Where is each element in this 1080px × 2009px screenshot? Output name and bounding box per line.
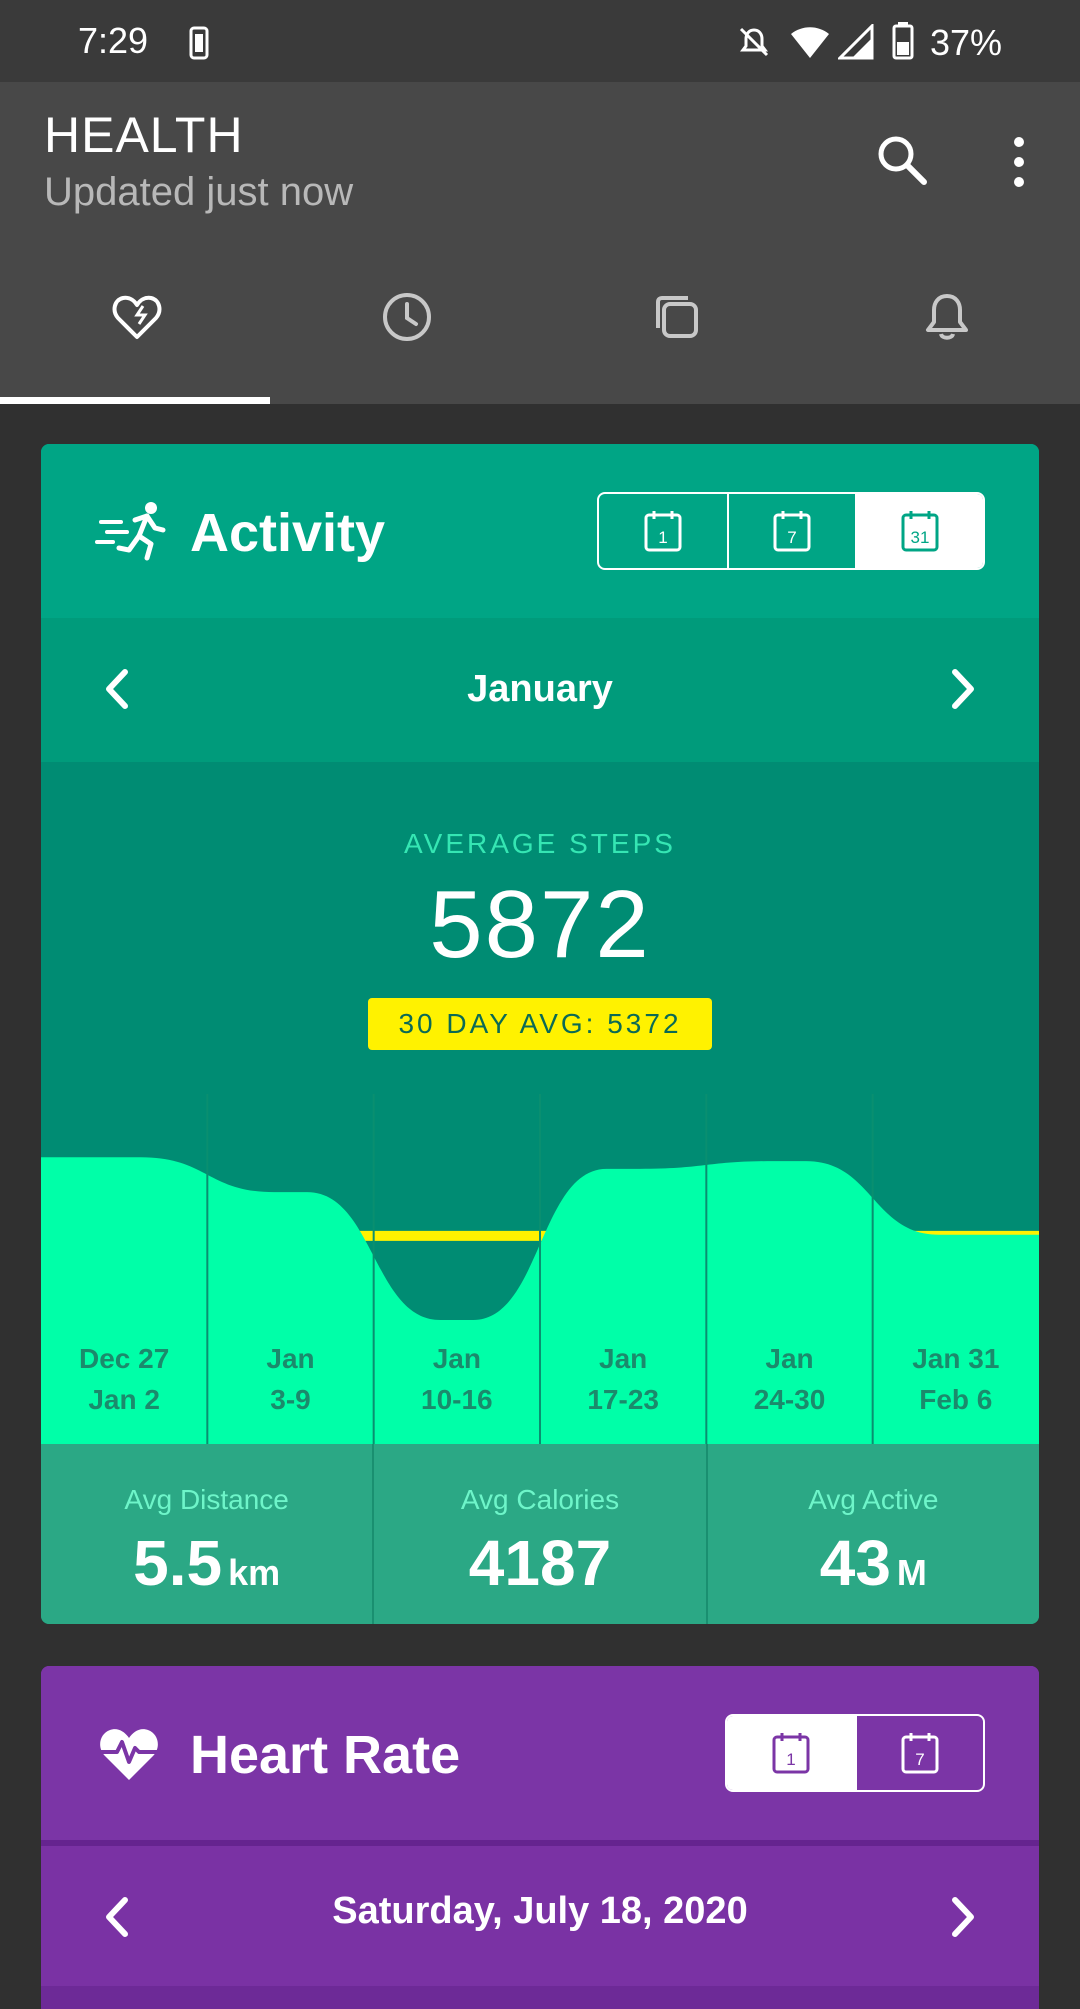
heart-check-icon: [112, 295, 162, 339]
search-icon[interactable]: [874, 132, 930, 188]
status-bar: 7:29 37%: [0, 0, 1080, 82]
battery-percent: 37%: [929, 22, 1002, 63]
avg-active-label: Avg Active: [808, 1484, 939, 1515]
heart-rate-date: Saturday, July 18, 2020: [332, 1890, 748, 1932]
app-subtitle: Updated just now: [44, 170, 354, 214]
avg-distance-label: Avg Distance: [124, 1484, 289, 1515]
avg-calories-value-wrap: 4187: [374, 1526, 705, 1600]
device-icon: [189, 26, 209, 60]
avg-calories-stat: Avg Calories 4187: [372, 1444, 705, 1624]
copy-icon: [656, 296, 698, 338]
app-bar: HEALTH Updated just now: [0, 82, 1080, 404]
avg-distance-stat: Avg Distance 5.5 km: [41, 1444, 372, 1624]
activity-card: Activity 1 7 31 January AVERAGE STEPS 58…: [41, 444, 1039, 1624]
heart-range-day-button[interactable]: 1: [727, 1716, 855, 1790]
tab-health[interactable]: [0, 262, 270, 404]
tab-indicator: [0, 397, 270, 404]
avg-calories-label: Avg Calories: [460, 1484, 620, 1515]
notifications-off-icon: [739, 27, 769, 57]
avg-active-unit: M: [896, 1552, 927, 1593]
activity-stats-row: Avg Distance 5.5 km Avg Calories 4187 Avg…: [41, 1444, 1039, 1624]
battery-icon: [892, 22, 914, 60]
heart-range-week-label: 7: [915, 1750, 924, 1769]
more-options-icon[interactable]: [1004, 134, 1034, 190]
heart-rate-card: Heart Rate 1 7 Saturday, July 18, 2020: [41, 1666, 1039, 2009]
avg-distance-unit: km: [228, 1552, 281, 1593]
chevron-right-icon[interactable]: [943, 1894, 983, 1940]
calendar-day-icon: 1: [772, 1733, 810, 1774]
heart-rate-header: Heart Rate 1 7: [41, 1666, 1039, 1846]
avg-calories-value: 4187: [468, 1527, 612, 1599]
steps-area-chart: Dec 27 Jan 2Jan 3-9Jan 10-16Jan 17-23Jan 24-3…: [41, 1094, 1039, 1444]
tab-notifications[interactable]: [810, 262, 1080, 404]
avg-active-value: 43: [819, 1527, 891, 1599]
calendar-week-icon: 7: [901, 1733, 939, 1774]
heart-range-selector: 1 7: [725, 1714, 985, 1792]
heart-rate-date-nav: Saturday, July 18, 2020: [41, 1846, 1039, 1986]
wifi-icon: [791, 27, 829, 58]
tab-history[interactable]: [270, 262, 540, 404]
avg-active-value-wrap: 43 M: [708, 1526, 1039, 1600]
bell-icon: [926, 294, 968, 340]
heart-pulse-icon: [100, 1729, 158, 1780]
app-title: HEALTH: [44, 107, 244, 163]
avg-active-stat: Avg Active 43 M: [705, 1444, 1039, 1624]
clock-icon: [383, 293, 431, 341]
signal-icon: [838, 24, 874, 60]
status-time: 7:29: [78, 20, 149, 61]
tab-devices[interactable]: [540, 262, 810, 404]
heart-rate-title: Heart Rate: [190, 1725, 461, 1785]
avg-distance-value-wrap: 5.5 km: [41, 1526, 372, 1600]
avg-distance-value: 5.5: [133, 1527, 223, 1599]
heart-range-week-button[interactable]: 7: [855, 1716, 983, 1790]
heart-rate-content: [41, 1986, 1039, 2009]
heart-range-day-label: 1: [786, 1750, 795, 1769]
